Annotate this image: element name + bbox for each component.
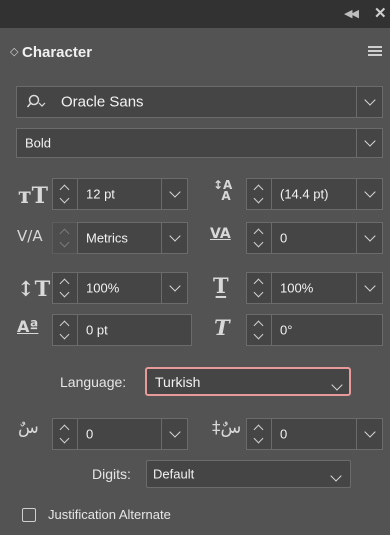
- skew-stepper[interactable]: [246, 314, 272, 346]
- vertical-scale-value: 100%: [86, 280, 120, 296]
- leading-value: (14.4 pt): [280, 186, 329, 202]
- font-family-field[interactable]: Oracle Sans: [16, 86, 383, 118]
- leading-stepper[interactable]: [246, 178, 272, 210]
- justification-alternate-label: Justification Alternate: [48, 507, 171, 522]
- arabic-right-dropdown[interactable]: [356, 418, 382, 450]
- kerning-field[interactable]: Metrics: [77, 222, 188, 254]
- baseline-shift-field[interactable]: 0 pt: [77, 314, 192, 346]
- horizontal-scale-icon: T̲: [213, 273, 229, 298]
- tracking-icon: VA: [210, 226, 231, 242]
- font-size-dropdown[interactable]: [161, 178, 187, 210]
- skew-icon: T: [214, 315, 230, 340]
- chevron-down-icon: [168, 280, 181, 292]
- chevron-down-icon: [363, 280, 376, 292]
- font-family-value: Oracle Sans: [61, 93, 144, 111]
- leading-dropdown[interactable]: [356, 178, 382, 210]
- chevron-down-icon: [168, 186, 181, 198]
- kerning-icon: V/A: [17, 227, 43, 245]
- arabic-kashida-icon: سٌ: [18, 418, 39, 438]
- character-panel: ◀◀ ✕ ◇ Character Oracle Sans Bold ᴛT 12 …: [0, 0, 390, 535]
- baseline-shift-icon: Aª: [17, 317, 39, 336]
- tracking-field[interactable]: 0: [271, 222, 383, 254]
- collapse-panel-icon[interactable]: ◀◀: [344, 7, 359, 20]
- chevron-down-icon: [363, 94, 376, 106]
- chevron-down-icon: [363, 426, 376, 438]
- language-select[interactable]: Turkish: [145, 367, 351, 396]
- vertical-scale-field[interactable]: 100%: [77, 272, 188, 304]
- tracking-dropdown[interactable]: [356, 222, 382, 254]
- leading-icon: ↕A A: [213, 178, 233, 203]
- kerning-value: Metrics: [86, 230, 128, 246]
- horizontal-scale-stepper[interactable]: [246, 272, 272, 304]
- digits-select[interactable]: Default: [146, 460, 351, 488]
- arabic-right-field[interactable]: 0: [271, 418, 383, 450]
- panel-menu-icon[interactable]: [368, 46, 382, 58]
- kerning-stepper: [52, 222, 78, 254]
- chevron-down-icon: [363, 135, 376, 147]
- language-label: Language:: [60, 374, 127, 390]
- language-value: Turkish: [155, 374, 201, 390]
- arabic-right-stepper[interactable]: [246, 418, 272, 450]
- tab-character-label: Character: [22, 44, 93, 61]
- vertical-scale-dropdown[interactable]: [161, 272, 187, 304]
- arabic-right-value: 0: [280, 426, 288, 442]
- horizontal-scale-value: 100%: [280, 280, 314, 296]
- search-icon: [27, 94, 46, 108]
- tab-toggle-icon[interactable]: ◇: [10, 45, 18, 58]
- font-size-stepper[interactable]: [52, 178, 78, 210]
- vertical-scale-stepper[interactable]: [52, 272, 78, 304]
- panel-title-bar: ◀◀ ✕: [0, 0, 390, 28]
- chevron-down-icon: [330, 470, 342, 482]
- font-style-dropdown[interactable]: [356, 128, 382, 158]
- justification-alternate-checkbox[interactable]: [22, 508, 36, 522]
- font-style-value: Bold: [25, 135, 52, 151]
- font-style-field[interactable]: Bold: [16, 128, 383, 158]
- chevron-down-icon: [363, 186, 376, 198]
- chevron-down-icon: [363, 230, 376, 242]
- skew-field[interactable]: 0°: [271, 314, 383, 346]
- baseline-shift-stepper[interactable]: [52, 314, 78, 346]
- font-family-dropdown[interactable]: [356, 86, 382, 118]
- arabic-left-dropdown[interactable]: [161, 418, 187, 450]
- horizontal-scale-field[interactable]: 100%: [271, 272, 383, 304]
- tracking-stepper[interactable]: [246, 222, 272, 254]
- font-size-icon: ᴛT: [18, 183, 49, 209]
- kerning-dropdown[interactable]: [161, 222, 187, 254]
- font-size-field[interactable]: 12 pt: [77, 178, 188, 210]
- chevron-down-icon: [168, 426, 181, 438]
- arabic-left-field[interactable]: 0: [77, 418, 188, 450]
- leading-field[interactable]: (14.4 pt): [271, 178, 383, 210]
- arabic-diacritic-icon: ‡سٌ: [212, 418, 242, 438]
- digits-value: Default: [153, 466, 195, 482]
- digits-label: Digits:: [92, 466, 131, 482]
- chevron-down-icon: [168, 230, 181, 242]
- arabic-left-value: 0: [86, 426, 94, 442]
- font-size-value: 12 pt: [86, 186, 115, 202]
- arabic-left-stepper[interactable]: [52, 418, 78, 450]
- chevron-down-icon: [331, 379, 343, 391]
- vertical-scale-icon: ↕T: [17, 276, 51, 301]
- tracking-value: 0: [280, 230, 288, 246]
- skew-value: 0°: [280, 322, 293, 338]
- horizontal-scale-dropdown[interactable]: [356, 272, 382, 304]
- close-icon[interactable]: ✕: [374, 4, 387, 22]
- baseline-shift-value: 0 pt: [86, 322, 108, 338]
